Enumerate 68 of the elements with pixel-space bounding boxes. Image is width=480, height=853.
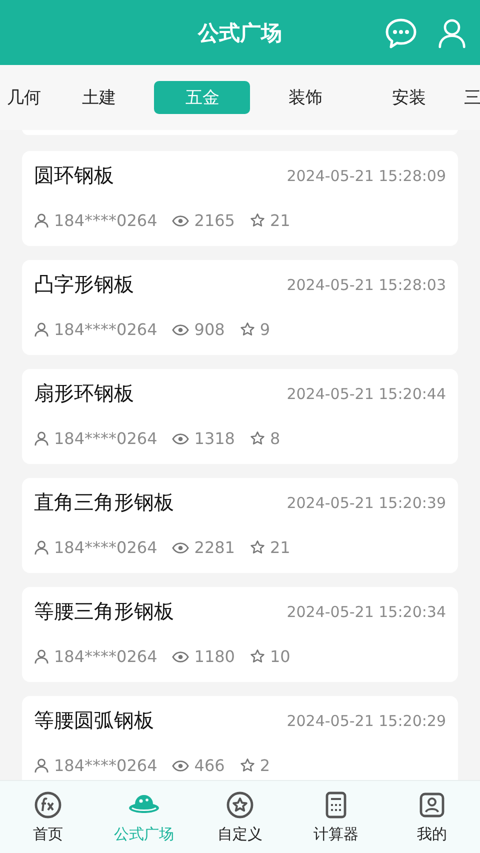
category-tab[interactable]: 三 — [464, 81, 480, 114]
formula-name: 扇形环钢板 — [34, 380, 134, 407]
star-icon — [240, 758, 255, 773]
nav-item[interactable]: 自定义 — [192, 781, 288, 853]
formula-card[interactable]: 直角三角形钢板 2024-05-21 15:20:39 184****0264 2281 21 — [22, 478, 458, 573]
page-title: 公式广场 — [198, 20, 282, 46]
timestamp: 2024-05-21 15:20:29 — [286, 712, 446, 730]
author-id: 184****0264 — [54, 211, 158, 230]
formula-card[interactable]: 等腰三角形钢板 2024-05-21 15:20:34 184****0264 1180 10 — [22, 587, 458, 682]
eye-icon — [172, 432, 190, 444]
eye-icon — [172, 214, 190, 226]
function-icon — [34, 790, 62, 818]
view-count: 2281 — [194, 538, 235, 557]
star-icon — [250, 540, 265, 555]
nav-item[interactable]: 首页 — [0, 781, 96, 853]
formula-card[interactable]: 圆环钢板 2024-05-21 15:28:09 184****0264 2165 21 — [22, 151, 458, 246]
star-icon — [250, 213, 265, 228]
nav-item[interactable]: 计算器 — [288, 781, 384, 853]
user-icon — [418, 790, 446, 818]
star-icon — [250, 649, 265, 664]
person-icon — [34, 649, 49, 664]
formula-name: 等腰三角形钢板 — [34, 598, 174, 625]
star-count: 9 — [260, 320, 270, 339]
category-tab[interactable]: 装饰 — [258, 81, 354, 114]
formula-name: 凸字形钢板 — [34, 271, 134, 298]
eye-icon — [172, 542, 190, 554]
nav-item[interactable]: 我的 — [384, 781, 480, 853]
timestamp: 2024-05-21 15:28:09 — [286, 166, 446, 184]
user-icon[interactable] — [438, 16, 466, 48]
timestamp: 2024-05-21 15:28:03 — [286, 276, 446, 294]
chat-icon[interactable] — [384, 16, 418, 48]
formula-name: 等腰圆弧钢板 — [34, 707, 154, 734]
author-id: 184****0264 — [54, 538, 158, 557]
author-id: 184****0264 — [54, 320, 158, 339]
timestamp: 2024-05-21 15:20:34 — [286, 602, 446, 620]
star-count: 10 — [270, 647, 290, 666]
star-count: 2 — [260, 756, 270, 775]
view-count: 1318 — [194, 429, 235, 448]
formula-name: 圆环钢板 — [34, 162, 114, 189]
formula-card[interactable]: 凸字形钢板 2024-05-21 15:28:03 184****0264 908 9 — [22, 260, 458, 355]
person-icon — [34, 431, 49, 446]
view-count: 908 — [194, 320, 225, 339]
category-tab[interactable]: 安装 — [360, 81, 457, 114]
formula-name: 直角三角形钢板 — [34, 489, 174, 516]
star-count: 21 — [270, 211, 290, 230]
author-id: 184****0264 — [54, 756, 158, 775]
author-id: 184****0264 — [54, 647, 158, 666]
view-count: 2165 — [194, 211, 235, 230]
person-icon — [34, 322, 49, 337]
category-tab[interactable]: 几何 — [4, 81, 44, 114]
star-count: 8 — [270, 429, 280, 448]
view-count: 466 — [194, 756, 225, 775]
author-id: 184****0264 — [54, 429, 158, 448]
view-count: 1180 — [194, 647, 235, 666]
star-icon — [240, 322, 255, 337]
star-icon — [250, 431, 265, 446]
person-icon — [34, 758, 49, 773]
person-icon — [34, 540, 49, 555]
eye-icon — [172, 324, 190, 336]
eye-icon — [172, 650, 190, 662]
timestamp: 2024-05-21 15:20:39 — [286, 494, 446, 512]
star-count: 21 — [270, 538, 290, 557]
formula-card[interactable]: 扇形环钢板 2024-05-21 15:20:44 184****0264 1318 8 — [22, 369, 458, 464]
formula-card[interactable]: 等腰圆弧钢板 2024-05-21 15:20:29 184****0264 466 2 — [22, 696, 458, 780]
eye-icon — [172, 760, 190, 772]
timestamp: 2024-05-21 15:20:44 — [286, 384, 446, 402]
category-tab[interactable]: 土建 — [51, 81, 148, 114]
person-icon — [34, 213, 49, 228]
